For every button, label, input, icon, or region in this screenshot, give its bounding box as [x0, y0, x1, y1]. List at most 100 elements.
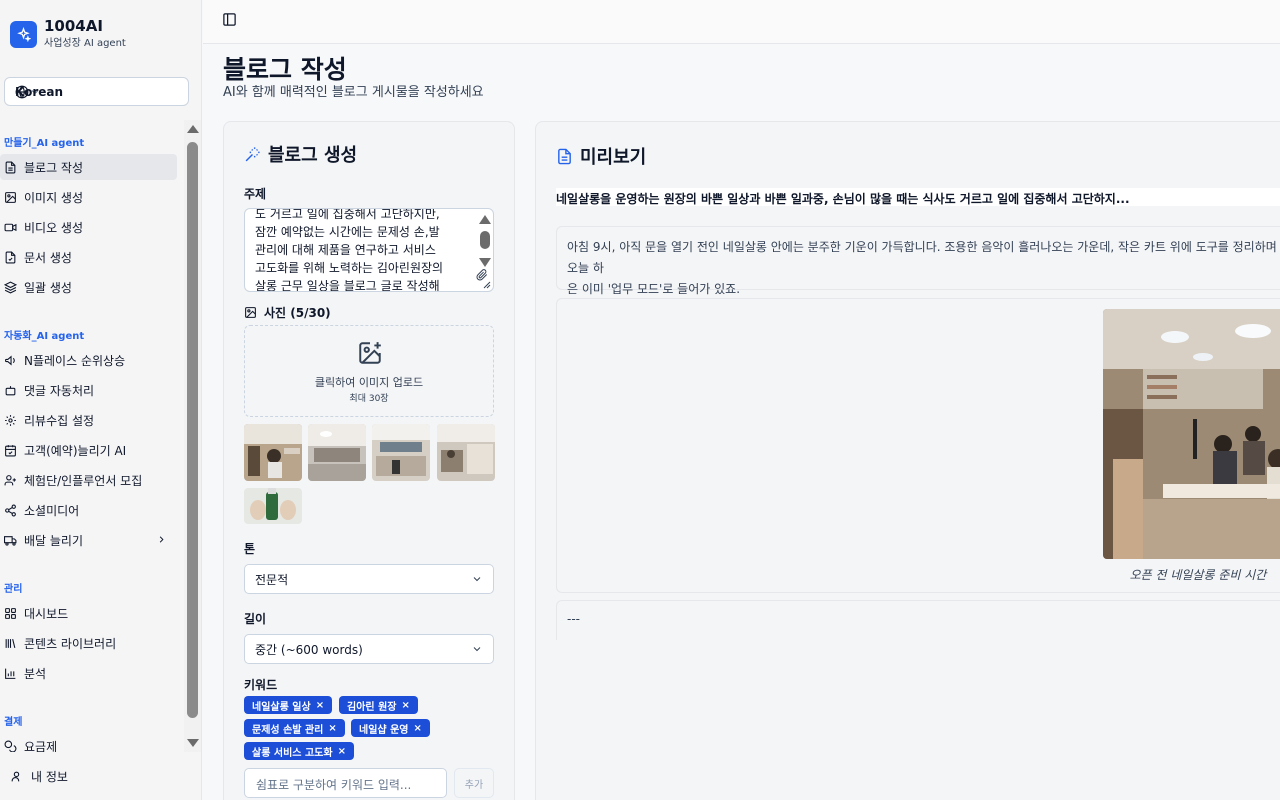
keyword-chip-label: 살롱 서비스 고도화 — [252, 747, 333, 759]
sidebar-item-label: 대시보드 — [24, 606, 69, 621]
resize-handle-icon[interactable] — [483, 281, 491, 289]
keyword-chip[interactable]: 문제성 손발 관리 × — [244, 719, 345, 737]
sidebar-item-label: 일괄 생성 — [24, 280, 72, 295]
calendar-icon — [5, 444, 16, 456]
image-upload-icon — [359, 342, 381, 364]
sidebar-item-influencer[interactable]: 체험단/인플루언서 모집 — [0, 467, 177, 493]
remove-chip-icon[interactable]: × — [413, 723, 421, 734]
form-title: 블로그 생성 — [244, 141, 357, 167]
sidebar-item-comments[interactable]: 댓글 자동처리 — [0, 377, 177, 403]
photo-thumbnail[interactable] — [308, 424, 366, 481]
image-plus-icon — [245, 307, 256, 318]
paperclip-icon[interactable] — [476, 269, 488, 281]
preview-separator: --- — [556, 600, 1280, 640]
preview-card: 미리보기 네일살롱을 운영하는 원장의 바쁜 일상과 바쁜 일과중, 손님이 많… — [535, 121, 1280, 800]
video-icon — [4, 223, 17, 231]
bot-icon — [5, 385, 16, 395]
preview-photo — [1103, 309, 1280, 559]
sidebar-item-label: 분석 — [24, 666, 47, 681]
my-info-link[interactable]: 내 정보 — [10, 768, 68, 785]
sidebar-item-batch[interactable]: 일괄 생성 — [0, 274, 177, 300]
sidebar-item-social[interactable]: 소셜미디어 — [0, 497, 177, 523]
scroll-up-arrow-icon[interactable] — [479, 215, 491, 224]
topic-textarea[interactable]: 도 거르고 일에 집중해서 고단하지만, 잠깐 예약없는 시간에는 문제성 손,… — [244, 208, 494, 292]
sidebar-toggle-icon[interactable] — [222, 12, 237, 27]
sidebar: 1004AI 사업성장 AI agent Korean 만들기_AI agent… — [0, 0, 202, 800]
preview-image-caption: 오픈 전 네일살롱 준비 시간 — [1129, 568, 1267, 582]
sidebar-item-customers[interactable]: 고객(예약)늘리기 AI — [0, 437, 177, 463]
sidebar-item-reviews[interactable]: 리뷰수집 설정 — [0, 407, 177, 433]
sidebar-item-blog[interactable]: 블로그 작성 — [0, 154, 177, 180]
remove-chip-icon[interactable]: × — [328, 723, 336, 734]
sidebar-item-library[interactable]: 콘텐츠 라이브러리 — [0, 630, 177, 656]
scroll-down-arrow-icon[interactable] — [187, 739, 199, 747]
keyword-chip[interactable]: 김아린 원장 × — [339, 696, 418, 714]
photo-thumbnail[interactable] — [244, 424, 302, 481]
tone-select[interactable]: 전문적 — [244, 564, 494, 594]
scroll-down-arrow-icon[interactable] — [479, 258, 491, 267]
photo-thumbnail[interactable] — [437, 424, 495, 481]
share-icon — [5, 504, 16, 516]
user-icon — [11, 771, 20, 782]
keyword-chip-label: 김아린 원장 — [347, 701, 397, 713]
top-bar — [203, 0, 1280, 44]
topic-text[interactable]: 도 거르고 일에 집중해서 고단하지만, 잠깐 예약없는 시간에는 문제성 손,… — [255, 209, 475, 291]
settings-icon — [5, 414, 16, 426]
magic-wand-icon — [245, 146, 260, 161]
form-title-text: 블로그 생성 — [268, 145, 358, 166]
sidebar-item-delivery[interactable]: 배달 늘리기 — [0, 527, 177, 553]
sidebar-item-pricing[interactable]: 요금제 — [0, 733, 177, 752]
language-select[interactable]: Korean — [4, 77, 189, 106]
image-upload-dropzone[interactable]: 클릭하여 이미지 업로드 최대 30장 — [244, 325, 494, 417]
scroll-up-arrow-icon[interactable] — [187, 125, 199, 133]
keyword-chip[interactable]: 네일샵 운영 × — [351, 719, 430, 737]
sidebar-scrollbar[interactable] — [184, 120, 201, 752]
preview-title: 미리보기 — [556, 143, 646, 169]
sidebar-nav: 만들기_AI agent 블로그 작성 이미지 생성 비디오 생성 문서 생성 … — [0, 120, 184, 752]
grid-icon — [5, 607, 16, 619]
topic-label: 주제 — [244, 187, 267, 201]
image-icon — [5, 191, 16, 203]
sidebar-item-nplace[interactable]: N플레이스 순위상승 — [0, 347, 177, 373]
user-plus-icon — [4, 474, 16, 485]
sidebar-item-document[interactable]: 문서 생성 — [0, 244, 177, 270]
remove-chip-icon[interactable]: × — [316, 700, 324, 711]
photo-thumbnail[interactable] — [372, 424, 430, 481]
sidebar-item-label: 댓글 자동처리 — [24, 383, 95, 398]
brand-subtitle: 사업성장 AI agent — [44, 38, 126, 49]
keyword-chip-label: 문제성 손발 관리 — [252, 724, 324, 736]
sidebar-item-label: 요금제 — [24, 739, 58, 753]
coins-icon — [4, 740, 17, 752]
keyword-chip[interactable]: 살롱 서비스 고도화 × — [244, 742, 354, 760]
file-text-icon — [558, 148, 571, 164]
length-label: 길이 — [244, 612, 267, 626]
length-select[interactable]: 중간 (~600 words) — [244, 634, 494, 664]
truck-icon — [4, 535, 17, 546]
scrollbar-thumb[interactable] — [187, 142, 198, 718]
remove-chip-icon[interactable]: × — [338, 746, 346, 757]
sidebar-item-image[interactable]: 이미지 생성 — [0, 184, 177, 210]
photo-thumbnail[interactable] — [244, 488, 302, 524]
section-label-automation: 자동화_AI agent — [4, 331, 85, 342]
section-label-billing: 결제 — [4, 717, 23, 728]
keyword-chip[interactable]: 네일살롱 일상 × — [244, 696, 333, 714]
sidebar-item-label: 문서 생성 — [24, 250, 72, 265]
preview-image-block: 오픈 전 네일살롱 준비 시간 — [556, 298, 1280, 593]
sidebar-item-analytics[interactable]: 분석 — [0, 660, 177, 686]
preview-headline: 네일살롱을 운영하는 원장의 바쁜 일상과 바쁜 일과중, 손님이 많을 때는 … — [556, 188, 1280, 206]
scrollbar-thumb[interactable] — [480, 231, 490, 249]
sidebar-item-video[interactable]: 비디오 생성 — [0, 214, 177, 240]
sidebar-item-dashboard[interactable]: 대시보드 — [0, 600, 177, 626]
preview-title-text: 미리보기 — [580, 147, 647, 168]
brand[interactable]: 1004AI 사업성장 AI agent — [10, 18, 126, 51]
keyword-chip-label: 네일살롱 일상 — [252, 701, 311, 713]
remove-chip-icon[interactable]: × — [401, 700, 409, 711]
sparkle-logo-icon — [10, 21, 37, 48]
add-keyword-button[interactable]: 추가 — [454, 768, 494, 798]
tone-value: 전문적 — [255, 572, 289, 587]
brand-name: 1004AI — [44, 17, 103, 35]
my-info-label: 내 정보 — [31, 770, 68, 784]
keyword-input[interactable]: 쉼표로 구분하여 키워드 입력... — [244, 768, 447, 798]
sidebar-item-label: 비디오 생성 — [24, 220, 84, 235]
section-label-manage: 관리 — [4, 584, 23, 595]
